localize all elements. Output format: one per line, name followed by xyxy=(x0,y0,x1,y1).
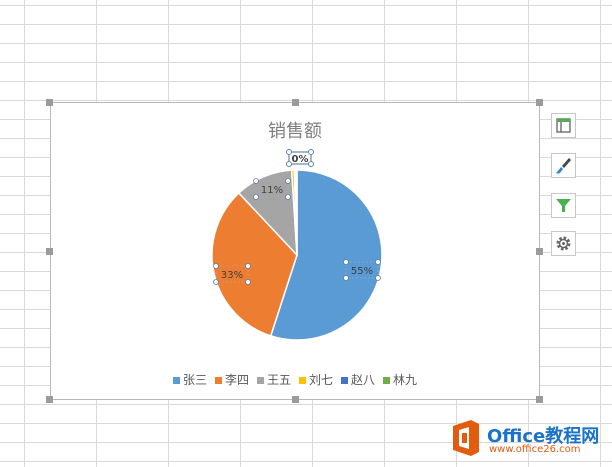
chart-styles-button[interactable] xyxy=(551,153,576,178)
legend-item[interactable]: 刘七 xyxy=(299,371,333,388)
pie-chart[interactable]: 55%33%11%1%0%0% xyxy=(51,103,541,401)
data-label-1[interactable]: 55% xyxy=(351,266,373,277)
data-label-handle[interactable] xyxy=(285,178,291,184)
legend-swatch xyxy=(341,377,349,384)
data-label-handle[interactable] xyxy=(343,275,349,281)
resize-handle-bottom-left[interactable] xyxy=(46,396,53,403)
pie-slice-6[interactable] xyxy=(295,169,298,256)
legend-label: 林九 xyxy=(393,373,418,387)
office26-logo: Office教程网 www.office26.com xyxy=(447,416,607,462)
chart-area[interactable]: 销售额 55%33%11%1%0%0% 张三李四王五刘七赵八林九 xyxy=(50,102,540,400)
data-label-handle[interactable] xyxy=(375,275,381,281)
legend-label: 王五 xyxy=(266,373,291,387)
data-label-handle[interactable] xyxy=(253,194,259,200)
logo-url-text: www.office26.com xyxy=(489,444,581,455)
chart-elements-button[interactable] xyxy=(551,113,576,138)
data-label-handle[interactable] xyxy=(213,279,219,285)
chart-legend[interactable]: 张三 李四 王五 刘七 赵八 林九 xyxy=(51,371,539,388)
chart-styles-icon xyxy=(556,158,571,174)
legend-swatch xyxy=(256,377,264,384)
resize-handle-bottom[interactable] xyxy=(292,396,299,403)
legend-swatch xyxy=(383,377,391,384)
data-label-handle[interactable] xyxy=(308,161,314,167)
resize-handle-right[interactable] xyxy=(536,248,543,255)
resize-handle-bottom-right[interactable] xyxy=(536,396,543,403)
chart-settings-button[interactable] xyxy=(551,231,576,256)
legend-label: 赵八 xyxy=(351,373,376,387)
data-label-handle[interactable] xyxy=(308,149,314,155)
legend-swatch xyxy=(299,377,306,384)
data-label-6[interactable]: 0% xyxy=(292,154,309,165)
legend-label: 刘七 xyxy=(309,373,334,387)
resize-handle-top-left[interactable] xyxy=(46,99,53,106)
legend-item[interactable]: 林九 xyxy=(383,371,417,388)
resize-handle-top[interactable] xyxy=(292,99,299,106)
legend-item[interactable]: 赵八 xyxy=(341,371,375,388)
data-label-handle[interactable] xyxy=(285,194,291,200)
legend-label: 张三 xyxy=(182,373,207,387)
data-label-2[interactable]: 33% xyxy=(221,270,243,281)
data-label-handle[interactable] xyxy=(245,263,251,269)
legend-swatch xyxy=(214,377,222,384)
legend-item[interactable]: 王五 xyxy=(256,371,291,388)
chart-filters-button[interactable] xyxy=(551,193,576,218)
data-label-handle[interactable] xyxy=(343,259,349,265)
chart-filters-icon xyxy=(556,199,571,212)
resize-handle-top-right[interactable] xyxy=(536,99,543,106)
chart-elements-icon xyxy=(556,118,571,133)
data-label-handle[interactable] xyxy=(375,259,381,265)
data-label-handle[interactable] xyxy=(253,178,259,184)
legend-item[interactable]: 张三 xyxy=(172,371,207,388)
legend-item[interactable]: 李四 xyxy=(214,371,249,388)
office-logo-icon xyxy=(453,420,479,456)
data-label-handle[interactable] xyxy=(245,279,251,285)
resize-handle-left[interactable] xyxy=(46,248,53,255)
data-label-3[interactable]: 11% xyxy=(261,185,283,196)
data-label-handle[interactable] xyxy=(213,263,219,269)
legend-label: 李四 xyxy=(224,373,249,387)
legend-swatch xyxy=(172,377,180,384)
gear-icon xyxy=(556,236,571,251)
